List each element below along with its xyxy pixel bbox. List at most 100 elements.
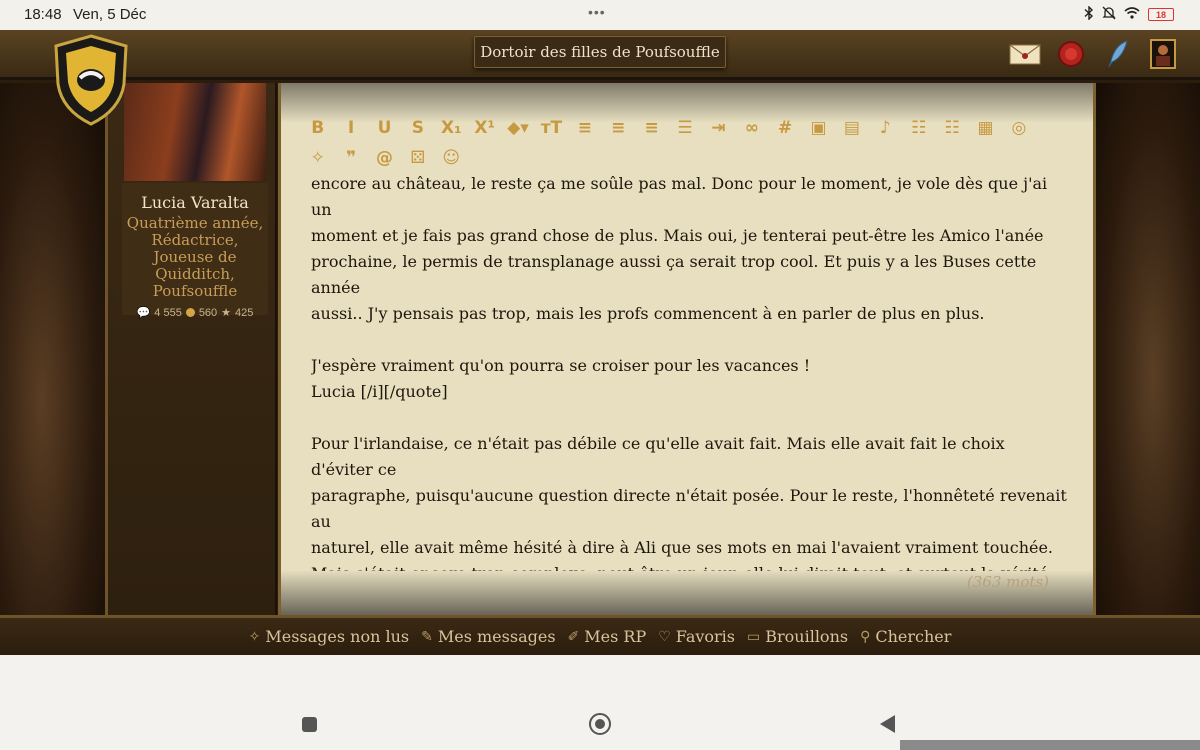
forum-app: Dortoir des filles de Poufsouffle Lucia …	[0, 30, 1200, 655]
nav-my-rp[interactable]: ✐ Mes RP	[568, 627, 647, 646]
text-line: Pour l'irlandaise, ce n'était pas débile…	[311, 434, 1005, 479]
mute-icon	[1102, 6, 1116, 23]
bottom-nav: ✧ Messages non lus ✎ Mes messages ✐ Mes RP ♡ Fa…	[0, 615, 1200, 655]
android-nav-bar	[0, 655, 1200, 750]
message-textarea[interactable]: encore au château, le reste ça me soûle …	[311, 171, 1071, 571]
author-stats: 💬 4 555 560 ★ 425	[122, 306, 268, 320]
nav-search[interactable]: ⚲ Chercher	[860, 627, 951, 646]
align-center-icon[interactable]: ≡	[602, 114, 635, 142]
coin-icon	[185, 308, 195, 317]
room-title[interactable]: Dortoir des filles de Poufsouffle	[474, 36, 726, 68]
text-line: Mais c'était encore trop complexe, peut-…	[311, 561, 1071, 571]
multitask-dots[interactable]: •••	[588, 4, 606, 20]
wifi-icon	[1124, 7, 1140, 22]
magic-wand-icon[interactable]: ✧	[301, 144, 334, 172]
text-line	[311, 327, 1071, 353]
top-bar: Dortoir des filles de Poufsouffle	[0, 30, 1200, 80]
superscript-icon[interactable]: X¹	[468, 114, 501, 142]
emoji-icon[interactable]: ☺	[435, 144, 468, 172]
text-line: J'espère vraiment qu'on pourra se croise…	[311, 356, 811, 375]
hashtag-icon[interactable]: #	[768, 114, 801, 142]
nav-label: Mes messages	[437, 627, 556, 646]
sparkle-icon: ✧	[248, 628, 261, 645]
quill-icon[interactable]	[1100, 38, 1134, 70]
nav-label: Brouillons	[765, 627, 849, 646]
image-icon[interactable]: ▣	[802, 114, 835, 142]
bullet-list-icon[interactable]: ☷	[902, 114, 935, 142]
text-line: paragraphe, puisqu'aucune question direc…	[311, 486, 1067, 531]
speech-bubble-icon: 💬	[136, 307, 151, 319]
bold-icon[interactable]: B	[301, 114, 334, 142]
scene-left-decoration	[0, 83, 105, 615]
fill-color-icon[interactable]: ◆▾	[501, 114, 534, 142]
subscript-icon[interactable]: X₁	[435, 114, 468, 142]
message-count: 4 555	[154, 306, 182, 319]
star-icon: ★	[221, 307, 232, 319]
numbered-list-icon[interactable]: ☷	[935, 114, 968, 142]
scene-right-decoration	[1095, 83, 1200, 615]
toolbar-row-1: B I U S X₁ X¹ ◆▾ тT ≡ ≡ ≡ ☰ ⇥ ∞ # ▣ ▤ ♪ ☷ ☷ ▦ ◎	[301, 113, 1071, 143]
search-icon: ⚲	[860, 628, 871, 645]
hufflepuff-crest-icon[interactable]	[50, 32, 132, 128]
link-icon[interactable]: ∞	[735, 114, 768, 142]
toolbar-row-2: ✧ ❞ @ ⚄ ☺	[301, 143, 1071, 173]
music-icon[interactable]: ♪	[869, 114, 902, 142]
nav-drafts[interactable]: ▭ Brouillons	[747, 627, 848, 646]
battery-icon: 18	[1148, 8, 1174, 21]
text-line	[311, 405, 1071, 431]
align-right-icon[interactable]: ≡	[635, 114, 668, 142]
nav-label: Favoris	[675, 627, 735, 646]
text-line: Lucia [/i][/quote]	[311, 382, 448, 401]
nav-label: Messages non lus	[265, 627, 410, 646]
mention-icon[interactable]: @	[368, 144, 401, 172]
text-line: aussi.. J'y pensais pas trop, mais les p…	[311, 304, 985, 323]
indent-icon[interactable]: ⇥	[702, 114, 735, 142]
strikethrough-icon[interactable]: S	[401, 114, 434, 142]
nav-label: Mes RP	[584, 627, 647, 646]
envelope-icon[interactable]	[1008, 38, 1042, 70]
author-card: Lucia Varalta Quatrième année, Rédactric…	[122, 183, 268, 319]
nav-my-messages[interactable]: ✎ Mes messages	[421, 627, 555, 646]
coin-count: 560	[198, 306, 218, 319]
text-line: encore au château, le reste ça me soûle …	[311, 174, 1048, 219]
quote-icon[interactable]: ❞	[334, 144, 367, 172]
text-line: moment et je fais pas grand chose de plu…	[311, 226, 1044, 245]
italic-icon[interactable]: I	[334, 114, 367, 142]
home-icon[interactable]	[589, 713, 611, 735]
back-icon[interactable]	[880, 715, 895, 733]
author-name[interactable]: Lucia Varalta	[122, 193, 268, 212]
portrait-icon[interactable]	[1146, 38, 1180, 70]
top-icons	[1008, 38, 1180, 70]
recent-apps-icon[interactable]	[302, 717, 317, 732]
nav-label: Chercher	[875, 627, 952, 646]
author-role: Quatrième année, Rédactrice, Joueuse de …	[126, 214, 264, 300]
system-icons: 18	[1084, 5, 1174, 23]
underline-icon[interactable]: U	[368, 114, 401, 142]
video-icon[interactable]: ▤	[835, 114, 868, 142]
author-column: Lucia Varalta Quatrième année, Rédactric…	[105, 83, 277, 615]
table-icon[interactable]: ▦	[969, 114, 1002, 142]
editor-toolbar: B I U S X₁ X¹ ◆▾ тT ≡ ≡ ≡ ☰ ⇥ ∞ # ▣ ▤ ♪ ☷ ☷ ▦ ◎ ✧ ❞ @ ⚄ ☺	[301, 113, 1071, 173]
date: Ven, 5 Déc	[73, 6, 147, 23]
dice-icon[interactable]: ⚄	[401, 144, 434, 172]
align-left-icon[interactable]: ≡	[568, 114, 601, 142]
hide-icon[interactable]: ◎	[1002, 114, 1035, 142]
font-size-icon[interactable]: тT	[535, 114, 568, 142]
heart-icon: ♡	[658, 628, 671, 645]
feather-icon: ✐	[567, 628, 580, 645]
status-bar: 18:48 Ven, 5 Déc ••• 18	[0, 0, 1200, 30]
pencil-icon: ✎	[421, 628, 433, 645]
text-line: prochaine, le permis de transplanage aus…	[311, 252, 1037, 297]
nav-favorites[interactable]: ♡ Favoris	[658, 627, 735, 646]
nav-unread-messages[interactable]: ✧ Messages non lus	[249, 627, 410, 646]
message-editor: B I U S X₁ X¹ ◆▾ тT ≡ ≡ ≡ ☰ ⇥ ∞ # ▣ ▤ ♪ ☷ ☷ ▦ ◎ ✧ ❞ @ ⚄ ☺ encore …	[278, 83, 1096, 615]
seal-icon[interactable]	[1054, 38, 1088, 70]
text-line: naturel, elle avait même hésité à dire à…	[311, 538, 1054, 557]
align-justify-icon[interactable]: ☰	[668, 114, 701, 142]
bluetooth-icon	[1084, 5, 1094, 23]
scroll-indicator[interactable]	[900, 740, 1200, 750]
word-count: (363 mots)	[966, 573, 1049, 591]
star-count: 425	[235, 306, 254, 319]
clock: 18:48	[24, 6, 62, 23]
avatar[interactable]	[124, 83, 266, 181]
